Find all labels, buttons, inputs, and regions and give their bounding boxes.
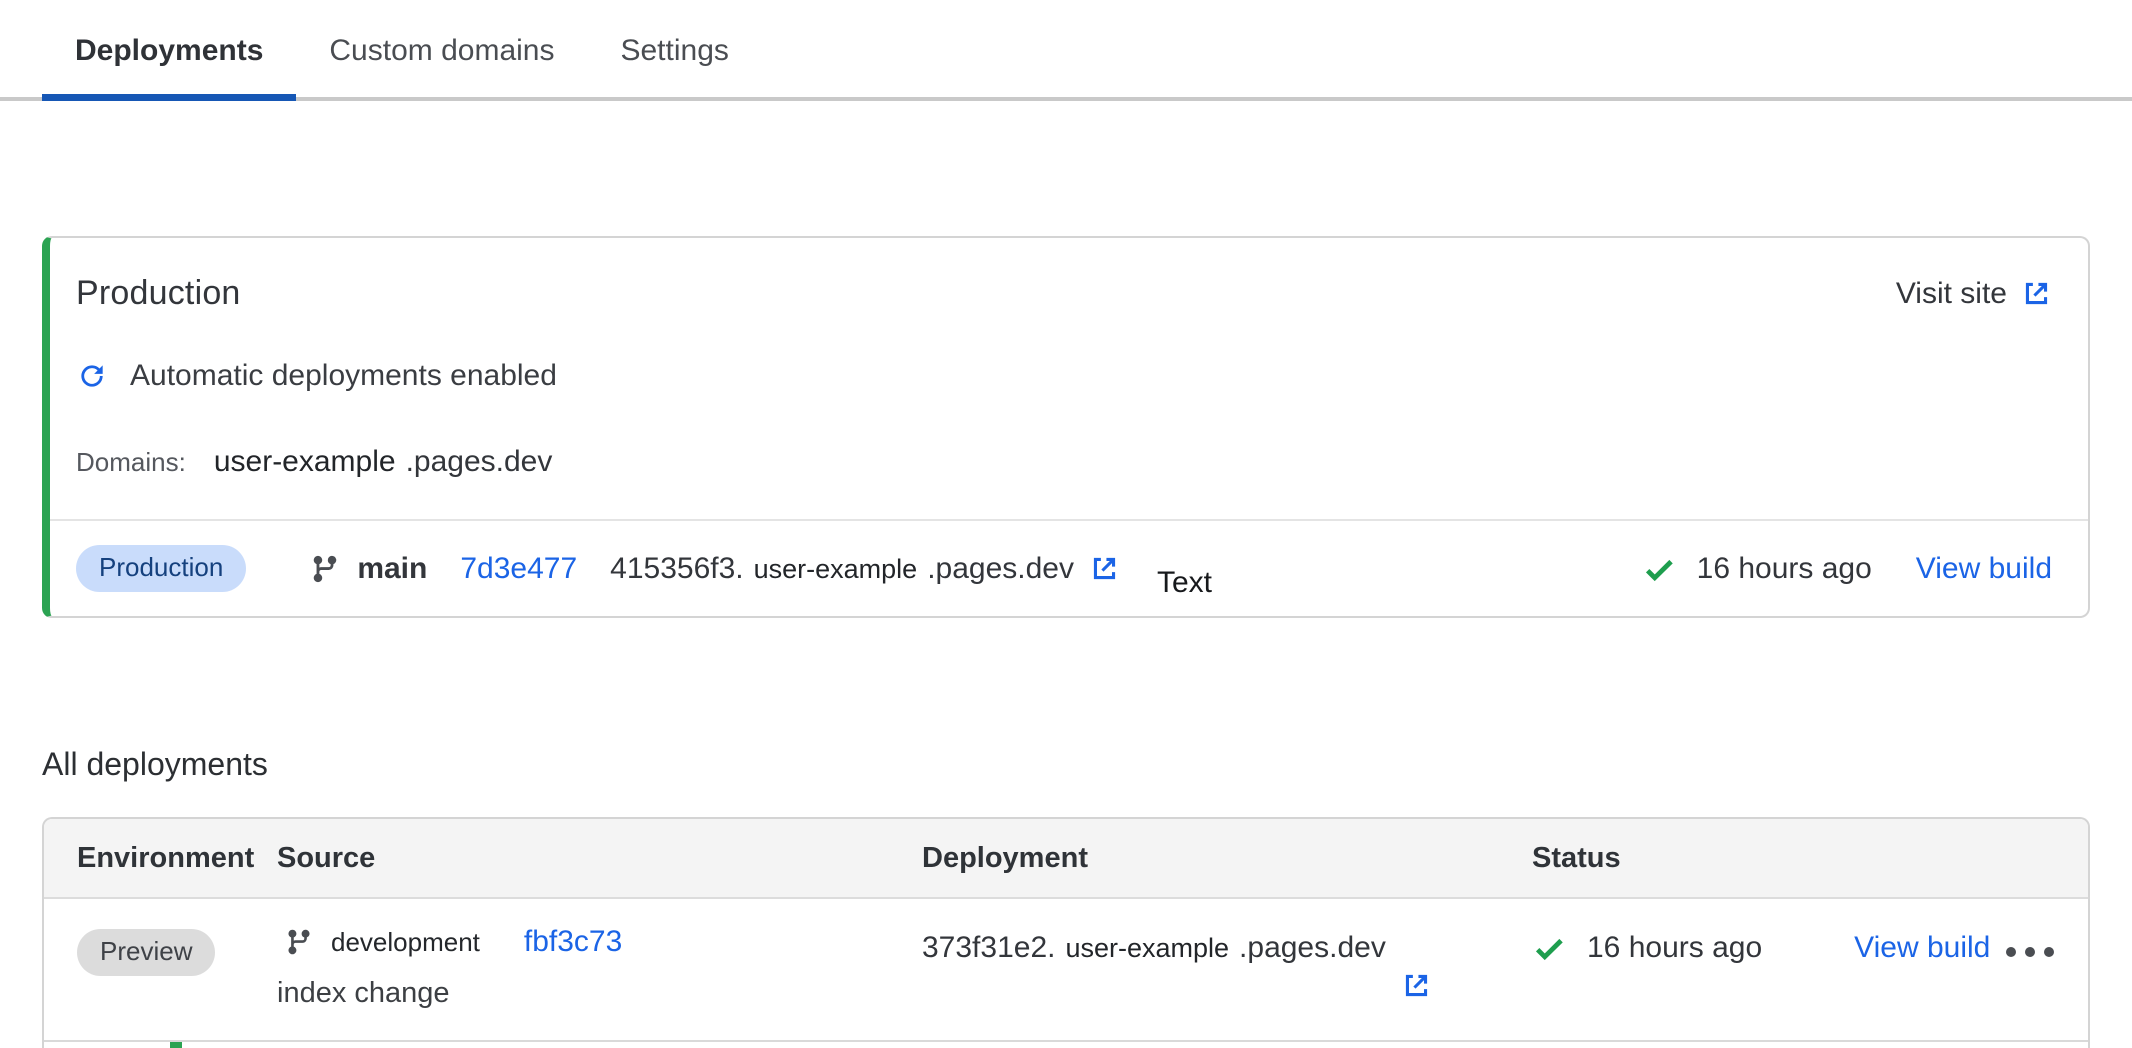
visit-site-link[interactable]: Visit site bbox=[1896, 277, 2052, 311]
branch-name: development bbox=[331, 927, 480, 958]
table-row: Preview development fbf3c73 index change… bbox=[44, 899, 2088, 1042]
check-icon bbox=[1532, 931, 1566, 965]
environment-badge: Preview bbox=[77, 929, 215, 976]
production-card-title: Production bbox=[76, 274, 241, 313]
domains-label: Domains: bbox=[76, 447, 186, 478]
all-deployments-heading: All deployments bbox=[42, 746, 2132, 783]
annotation-text: Text bbox=[1157, 566, 1212, 600]
production-card: Production Visit site Automatic deploym bbox=[42, 236, 2090, 618]
branch-name: main bbox=[357, 552, 427, 586]
external-link-icon[interactable] bbox=[1089, 553, 1120, 584]
external-link-icon[interactable] bbox=[1401, 970, 1432, 1001]
more-options-icon[interactable] bbox=[2006, 931, 2054, 957]
git-branch-icon bbox=[310, 554, 340, 584]
tab-bar: Deployments Custom domains Settings bbox=[0, 0, 2132, 101]
column-deployment: Deployment bbox=[922, 842, 1532, 875]
commit-link[interactable]: fbf3c73 bbox=[524, 925, 622, 959]
deployment-url: 373f31e2. user-example .pages.dev bbox=[922, 925, 1532, 1040]
tab-settings[interactable]: Settings bbox=[587, 0, 761, 101]
external-link-icon bbox=[2021, 278, 2052, 309]
tab-custom-domains[interactable]: Custom domains bbox=[296, 0, 587, 101]
domain-name: user-example bbox=[214, 445, 396, 479]
column-status: Status bbox=[1532, 842, 2088, 875]
table-header-row: Environment Source Deployment Status bbox=[44, 819, 2088, 899]
deploy-time: 16 hours ago bbox=[1697, 552, 1872, 586]
deployment-url: 415356f3. user-example .pages.dev bbox=[610, 552, 1074, 586]
next-row-accent bbox=[170, 1042, 182, 1048]
deployments-table: Environment Source Deployment Status Pre… bbox=[42, 817, 2090, 1048]
column-source: Source bbox=[277, 842, 922, 875]
commit-link[interactable]: 7d3e477 bbox=[460, 552, 577, 586]
view-build-link[interactable]: View build bbox=[1854, 931, 1990, 965]
view-build-link[interactable]: View build bbox=[1916, 552, 2052, 586]
deploy-time: 16 hours ago bbox=[1587, 931, 1762, 965]
check-icon bbox=[1642, 552, 1676, 586]
commit-message: index change bbox=[277, 977, 922, 1010]
refresh-icon bbox=[76, 360, 108, 392]
production-deployment-row: Production main 7d3e477 415356f3. user-e… bbox=[50, 519, 2088, 616]
git-branch-icon bbox=[285, 928, 313, 956]
environment-badge: Production bbox=[76, 545, 246, 592]
auto-deploy-text: Automatic deployments enabled bbox=[130, 359, 557, 393]
domain-suffix: .pages.dev bbox=[406, 445, 553, 479]
column-environment: Environment bbox=[77, 842, 277, 875]
tab-deployments[interactable]: Deployments bbox=[42, 0, 296, 101]
visit-site-label: Visit site bbox=[1896, 277, 2007, 311]
